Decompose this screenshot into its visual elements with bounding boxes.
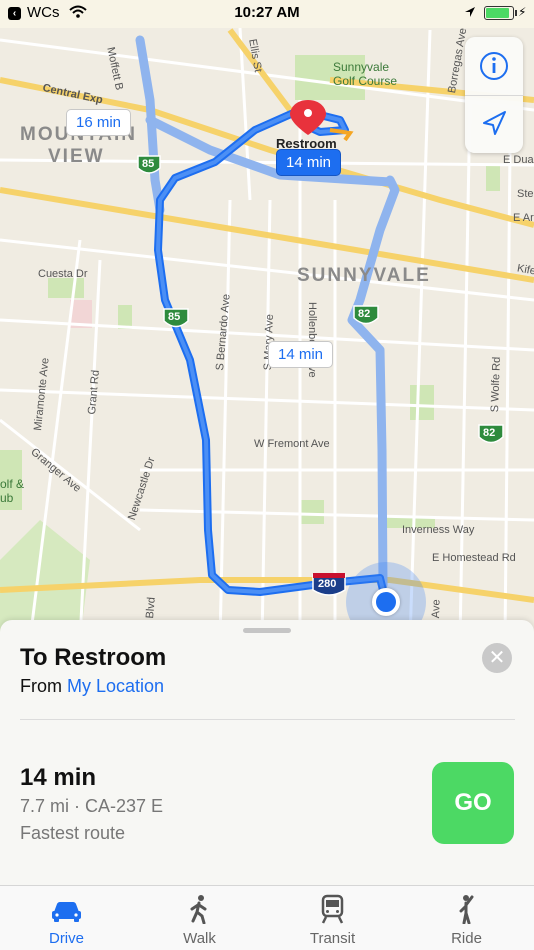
status-time: 10:27 AM (234, 4, 300, 21)
battery-icon (484, 6, 514, 20)
street-ste: Ste (517, 188, 534, 200)
street-e-duane: E Duan (503, 154, 534, 166)
tab-drive[interactable]: Drive (0, 886, 133, 950)
hwy82-upper-label: 82 (358, 308, 371, 320)
sheet-title: To Restroom (20, 644, 167, 671)
close-button[interactable]: ✕ (482, 643, 512, 673)
street-cuesta: Cuesta Dr (38, 268, 88, 280)
info-icon (480, 52, 508, 80)
city-label-view: VIEW (48, 146, 105, 167)
hwy85-lower-label: 85 (168, 311, 181, 323)
route-bubble-alt-right[interactable]: 14 min (268, 341, 334, 368)
sheet-grabber[interactable] (243, 628, 291, 633)
go-button[interactable]: GO (432, 762, 514, 844)
directions-sheet: To Restroom From My Location ✕ 14 min 7.… (0, 620, 534, 885)
tab-transit-label: Transit (309, 930, 356, 947)
from-location-link[interactable]: My Location (67, 676, 164, 696)
route-bubble-selected[interactable]: 14 min (276, 149, 342, 176)
tab-transit[interactable]: Transit (266, 886, 399, 950)
route-note: Fastest route (20, 823, 126, 843)
map-view[interactable]: 85 85 82 82 280 MOUNTAIN VIEW SUNNYVALE … (0, 0, 534, 640)
tab-walk-label: Walk (183, 930, 216, 947)
from-prefix: From (20, 676, 62, 696)
sheet-divider (20, 719, 515, 720)
golf-left-line1: olf & (0, 477, 25, 491)
car-icon (52, 902, 81, 922)
hwy85-upper-label: 85 (142, 158, 155, 170)
status-bar: ‹ WCs 10:27 AM ⚡ (0, 0, 534, 28)
user-location-dot (372, 588, 400, 616)
route-detail: 7.7 mi · CA-237 E (20, 796, 164, 816)
city-label-sunnyvale: SUNNYVALE (297, 265, 431, 286)
battery-fill (486, 8, 509, 18)
tab-ride[interactable]: Ride (400, 886, 533, 950)
street-e-arq: E Ar (513, 212, 534, 224)
train-icon (321, 894, 344, 924)
route-bubble-alt-left[interactable]: 16 min (66, 109, 132, 136)
tab-walk[interactable]: Walk (133, 886, 266, 950)
park-label-line2: Golf Course (333, 74, 398, 88)
location-services-icon (465, 7, 475, 17)
from-row: From My Location (20, 676, 164, 697)
ride-icon (459, 895, 474, 924)
tab-ride-label: Ride (451, 930, 482, 947)
street-e-homestead: E Homestead Rd (432, 552, 516, 564)
golf-left-line2: ub (0, 491, 14, 505)
charging-icon: ⚡ (518, 5, 527, 19)
battery-tip (515, 10, 517, 16)
tab-drive-label: Drive (48, 930, 84, 947)
map-controls (465, 37, 523, 153)
street-ave: Ave (430, 599, 443, 619)
street-w-fremont: W Fremont Ave (254, 438, 330, 450)
street-s-wolfe: S Wolfe Rd (489, 356, 503, 413)
street-blvd: Blvd (144, 596, 158, 620)
info-button[interactable] (465, 37, 523, 95)
route-time[interactable]: 14 min (20, 764, 96, 792)
walk-icon (190, 895, 207, 924)
park-label-line1: Sunnyvale (333, 60, 390, 74)
locate-button[interactable] (465, 95, 523, 153)
hwy82-lower-label: 82 (483, 427, 496, 439)
location-arrow-icon (483, 111, 506, 135)
transport-tab-bar: Drive Walk Transit Ride (0, 885, 534, 950)
i280-label: 280 (318, 578, 337, 590)
street-inverness: Inverness Way (402, 524, 475, 536)
